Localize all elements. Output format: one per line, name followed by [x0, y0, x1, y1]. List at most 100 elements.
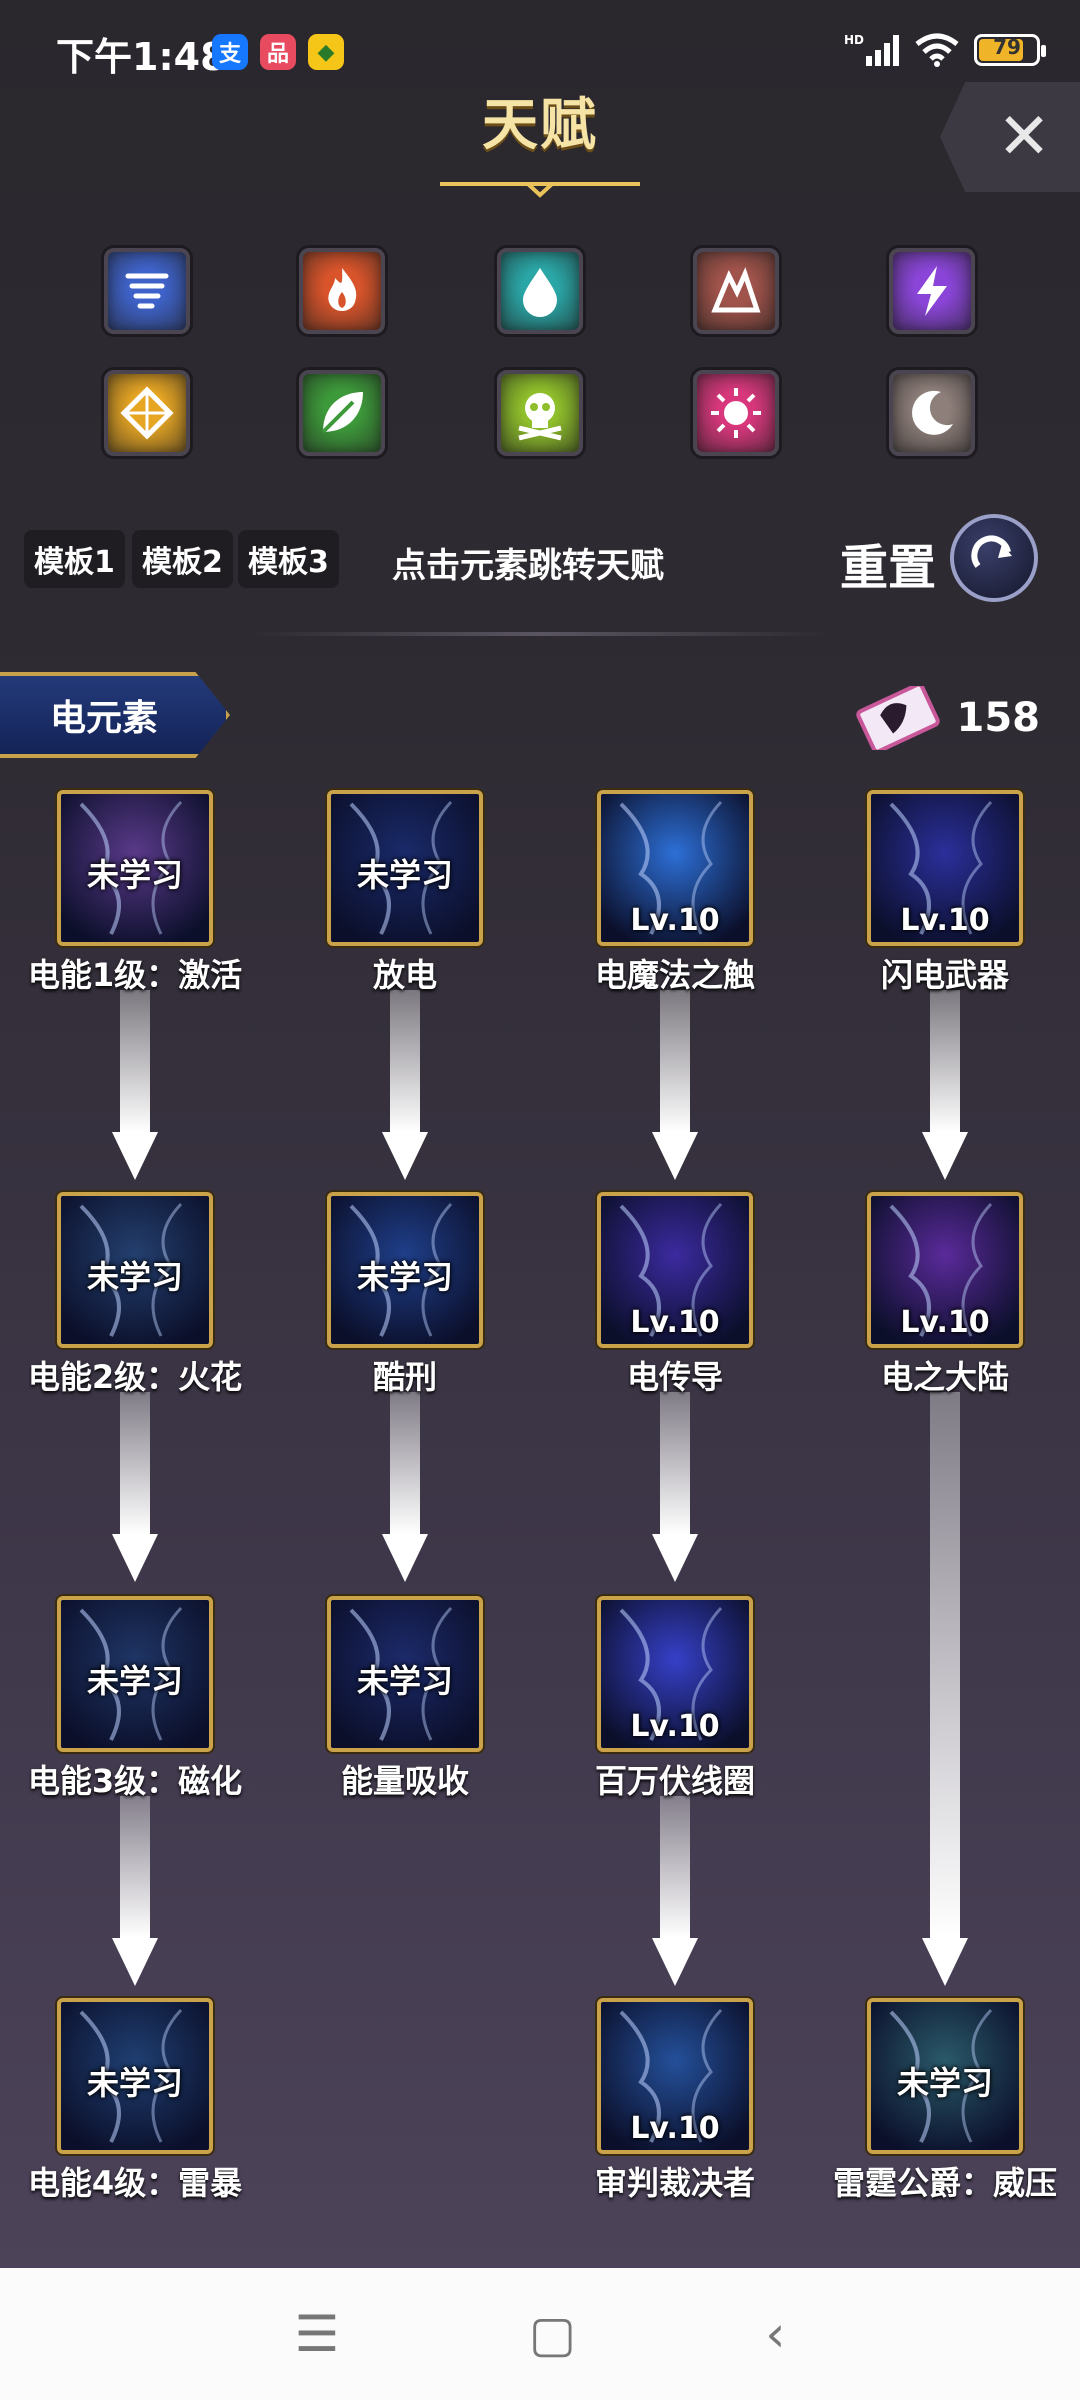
battery-level: 79 [993, 35, 1021, 59]
element-button-earth[interactable] [693, 248, 779, 334]
talent-card-icon [855, 686, 940, 750]
fire-icon [328, 268, 357, 311]
link-arrow [922, 990, 968, 1180]
poison-skull-icon [518, 393, 562, 441]
skill-name: 百万伏线圈 [594, 1762, 755, 1800]
close-button[interactable]: ✕ [940, 82, 1080, 192]
system-nav-bar: ☰ ▢ ‹ [0, 2268, 1080, 2400]
earth-icon [711, 267, 761, 313]
link-arrow [652, 1392, 698, 1582]
skill-name: 电传导 [626, 1358, 723, 1396]
skill-node[interactable]: Lv.10 [867, 1192, 1023, 1348]
water-drop-icon [523, 268, 557, 317]
reset-button[interactable] [950, 514, 1038, 602]
element-button-leaf[interactable] [299, 370, 385, 456]
skill-node[interactable]: 未学习 [867, 1998, 1023, 2154]
link-arrow [382, 990, 428, 1180]
element-button-poison-skull[interactable] [497, 370, 583, 456]
skill-node[interactable]: 未学习 [57, 1192, 213, 1348]
skill-status-locked: 未学习 [356, 856, 453, 894]
skill-level: Lv.10 [900, 903, 990, 938]
whirlwind-icon [125, 273, 169, 309]
light-icon [120, 386, 174, 440]
template-2-button[interactable]: 模板2 [132, 530, 233, 588]
skill-status-locked: 未学习 [86, 2064, 183, 2102]
menu-icon[interactable]: ☰ [295, 2305, 340, 2363]
status-time: 下午1:48 [56, 35, 227, 79]
talent-points-value: 158 [956, 695, 1041, 741]
element-button-water-drop[interactable] [497, 248, 583, 334]
skill-node[interactable]: 未学习 [327, 790, 483, 946]
skill-name: 电能2级：火花 [27, 1358, 243, 1396]
current-element-tag: 电元素 [0, 672, 230, 758]
skill-node[interactable]: Lv.10 [597, 1192, 753, 1348]
skill-node[interactable]: Lv.10 [867, 790, 1023, 946]
skill-node[interactable]: Lv.10 [597, 790, 753, 946]
skill-name: 放电 [372, 956, 437, 994]
link-arrow [652, 1796, 698, 1986]
link-arrow [112, 1796, 158, 1986]
skill-status-locked: 未学习 [86, 856, 183, 894]
skill-node[interactable]: Lv.10 [597, 1998, 753, 2154]
skill-name: 审判裁决者 [594, 2164, 755, 2202]
link-arrow [652, 990, 698, 1180]
skill-name: 能量吸收 [340, 1762, 469, 1800]
element-button-whirlwind[interactable] [104, 248, 190, 334]
skill-name: 电能3级：磁化 [27, 1762, 243, 1800]
skill-level: Lv.10 [630, 2111, 720, 2146]
status-indicators: HD 79 [844, 32, 1046, 68]
close-icon: ✕ [997, 100, 1051, 174]
back-icon[interactable]: ‹ [765, 2305, 785, 2363]
skill-node[interactable]: 未学习 [57, 790, 213, 946]
leaf-icon [321, 392, 363, 434]
skill-name: 电能1级：激活 [27, 956, 243, 994]
home-icon[interactable]: ▢ [529, 2305, 576, 2363]
skill-level: Lv.10 [900, 1305, 990, 1340]
alipay-app-icon: 支 [212, 34, 248, 70]
link-arrow [922, 1392, 968, 1986]
skill-level: Lv.10 [630, 1709, 720, 1744]
sun-icon [711, 388, 761, 438]
skill-level: Lv.10 [630, 1305, 720, 1340]
section-divider [250, 632, 830, 636]
skill-name: 酷刑 [372, 1358, 437, 1396]
svg-text:HD: HD [844, 33, 864, 47]
skill-node[interactable]: 未学习 [327, 1596, 483, 1752]
skill-node[interactable]: Lv.10 [597, 1596, 753, 1752]
skill-name: 电魔法之触 [594, 956, 755, 994]
title-ornament [440, 182, 640, 198]
game-app-icon: ◆ [308, 34, 344, 70]
shopping-app-icon: 品 [260, 34, 296, 70]
skill-node[interactable]: 未学习 [57, 1596, 213, 1752]
template-1-button[interactable]: 模板1 [24, 530, 125, 588]
link-arrow [112, 1392, 158, 1582]
element-button-lightning[interactable] [889, 248, 975, 334]
element-button-moon[interactable] [889, 370, 975, 456]
skill-name: 闪电武器 [880, 956, 1009, 994]
skill-status-locked: 未学习 [896, 2064, 993, 2102]
skill-node[interactable]: 未学习 [327, 1192, 483, 1348]
talent-points: 158 [853, 686, 1041, 750]
element-button-fire[interactable] [299, 248, 385, 334]
skill-name: 电之大陆 [880, 1358, 1009, 1396]
battery-icon: 79 [974, 34, 1046, 66]
moon-icon [912, 390, 953, 435]
wifi-icon [915, 33, 959, 67]
element-button-sun[interactable] [693, 370, 779, 456]
link-arrow [112, 990, 158, 1180]
link-arrow [382, 1392, 428, 1582]
page-title: 天赋 [482, 93, 598, 158]
skill-status-locked: 未学习 [86, 1258, 183, 1296]
reset-label[interactable]: 重置 [840, 528, 936, 598]
skill-name: 雷霆公爵：威压 [832, 2164, 1057, 2202]
element-jump-hint: 点击元素跳转天赋 [392, 546, 664, 586]
skill-node[interactable]: 未学习 [57, 1998, 213, 2154]
skill-name: 电能4级：雷暴 [27, 2164, 243, 2202]
skill-level: Lv.10 [630, 903, 720, 938]
reset-icon [971, 535, 1012, 568]
template-3-button[interactable]: 模板3 [238, 530, 339, 588]
current-element-label: 电元素 [50, 698, 159, 739]
skill-status-locked: 未学习 [86, 1662, 183, 1700]
element-button-light[interactable] [104, 370, 190, 456]
skill-status-locked: 未学习 [356, 1662, 453, 1700]
